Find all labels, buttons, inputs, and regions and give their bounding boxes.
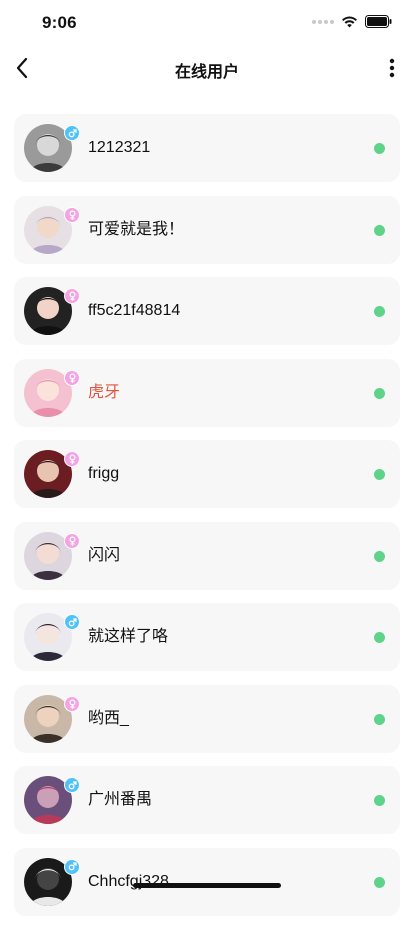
online-status-dot bbox=[374, 876, 385, 888]
online-status-dot bbox=[374, 469, 385, 480]
gender-badge bbox=[64, 695, 80, 712]
gender-badge bbox=[64, 858, 80, 875]
user-list-item[interactable]: 虎牙 bbox=[14, 358, 400, 427]
gender-badge bbox=[64, 288, 80, 304]
battery-icon bbox=[365, 15, 392, 28]
male-icon bbox=[68, 780, 77, 789]
user-name: 哟西_ bbox=[88, 709, 129, 727]
online-status-dot bbox=[374, 306, 385, 317]
online-status-dot bbox=[374, 143, 385, 154]
user-name: 广州番禺 bbox=[88, 791, 153, 808]
online-status-dot bbox=[374, 224, 385, 236]
home-indicator bbox=[133, 883, 281, 888]
gender-badge bbox=[64, 206, 80, 223]
status-time: 9:06 bbox=[42, 13, 77, 32]
online-user-list: 1212321 可爱就是我！ ff5c21f48814 虎牙 frigg 闪闪就这样了咯哟… bbox=[14, 114, 400, 929]
user-list-item[interactable]: Chhcfgj328 bbox=[14, 847, 400, 916]
user-list-item[interactable]: 闪闪 bbox=[14, 521, 400, 590]
gender-badge bbox=[64, 369, 80, 386]
user-list-item[interactable]: 广州番禺 bbox=[14, 766, 400, 834]
male-icon bbox=[68, 617, 77, 626]
online-status-dot bbox=[374, 795, 385, 806]
female-icon bbox=[68, 209, 76, 220]
female-icon bbox=[68, 291, 76, 301]
male-icon bbox=[68, 862, 77, 871]
gender-badge bbox=[64, 451, 80, 467]
online-status-dot bbox=[374, 387, 385, 399]
user-list-item[interactable]: frigg bbox=[14, 440, 400, 508]
user-list-item[interactable]: 哟西_ bbox=[14, 684, 400, 753]
female-icon bbox=[68, 698, 76, 709]
female-icon bbox=[68, 535, 76, 546]
status-icons bbox=[312, 15, 392, 28]
user-name: 1212321 bbox=[88, 139, 151, 156]
user-list-item[interactable]: 1212321 bbox=[14, 114, 400, 182]
user-list-item[interactable]: 就这样了咯 bbox=[14, 603, 400, 671]
more-vertical-icon bbox=[389, 58, 395, 78]
gender-badge bbox=[64, 614, 80, 630]
online-status-dot bbox=[374, 550, 385, 562]
user-name: 虎牙 bbox=[88, 383, 121, 401]
user-name: ff5c21f48814 bbox=[88, 302, 181, 319]
user-list-item[interactable]: 可爱就是我！ bbox=[14, 195, 400, 264]
female-icon bbox=[68, 454, 76, 464]
status-bar: 9:06 bbox=[0, 0, 414, 46]
user-name: 闪闪 bbox=[88, 546, 121, 564]
user-name: 就这样了咯 bbox=[88, 628, 169, 645]
female-icon bbox=[68, 372, 76, 383]
male-icon bbox=[68, 128, 77, 137]
cellular-signal-icon bbox=[312, 19, 334, 24]
user-list-item[interactable]: ff5c21f48814 bbox=[14, 277, 400, 345]
gender-badge bbox=[64, 777, 80, 793]
more-options-button[interactable] bbox=[380, 54, 404, 82]
page-title: 在线用户 bbox=[174, 64, 239, 81]
gender-badge bbox=[64, 125, 80, 141]
wifi-icon bbox=[342, 16, 357, 28]
gender-badge bbox=[64, 532, 80, 549]
user-name: 可爱就是我！ bbox=[88, 220, 185, 238]
user-name: frigg bbox=[88, 465, 120, 482]
navigation-bar: 在线用户 bbox=[0, 46, 414, 90]
online-status-dot bbox=[374, 632, 385, 643]
online-status-dot bbox=[374, 713, 385, 725]
